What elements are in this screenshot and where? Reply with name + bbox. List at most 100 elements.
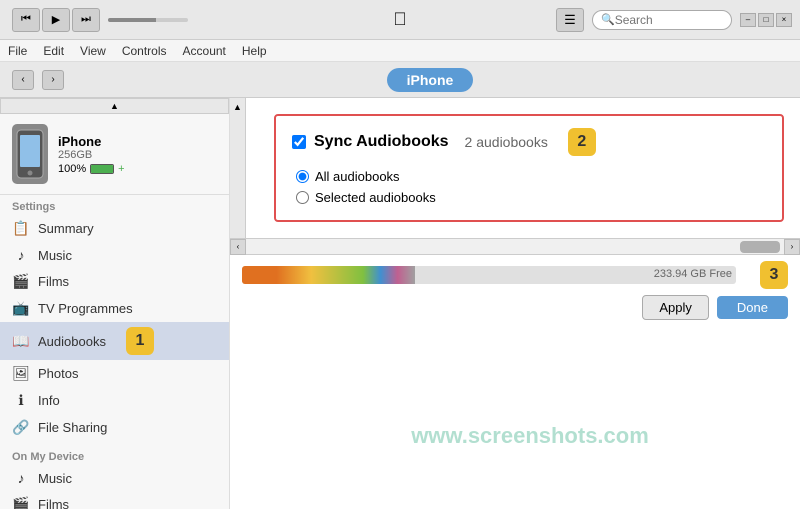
action-row: Apply Done bbox=[230, 295, 800, 320]
menu-bar: File Edit View Controls Account Help bbox=[0, 40, 800, 62]
radio-selected-label: Selected audiobooks bbox=[315, 190, 436, 205]
sidebar-label-info: Info bbox=[38, 393, 60, 408]
radio-all-input[interactable] bbox=[296, 170, 309, 183]
volume-slider[interactable] bbox=[108, 18, 188, 22]
scroll-up-arrow-icon: ▲ bbox=[233, 102, 242, 112]
minimize-button[interactable]: – bbox=[740, 13, 756, 27]
device-button[interactable]: iPhone bbox=[387, 68, 474, 92]
storage-row: 233.94 GB Free 3 bbox=[230, 255, 800, 295]
radio-all-label: All audiobooks bbox=[315, 169, 400, 184]
radio-group: All audiobooks Selected audiobooks bbox=[292, 166, 766, 208]
forward-button[interactable]: › bbox=[42, 70, 64, 90]
summary-icon: 📋 bbox=[12, 220, 30, 237]
content-scroll-bar[interactable]: ▲ bbox=[230, 98, 246, 238]
charging-icon: + bbox=[118, 163, 124, 175]
sync-checkbox[interactable] bbox=[292, 135, 306, 149]
horizontal-scrollbar[interactable]: ‹ › bbox=[230, 239, 800, 255]
watermark: www.screenshots.com bbox=[260, 423, 800, 449]
audiobooks-icon: 📖 bbox=[12, 333, 30, 350]
menu-file[interactable]: File bbox=[8, 44, 27, 58]
sidebar-label-filesharing: File Sharing bbox=[38, 420, 107, 435]
sidebar-item-filesharing[interactable]: 🔗 File Sharing bbox=[0, 414, 229, 441]
menu-view[interactable]: View bbox=[80, 44, 106, 58]
menu-account[interactable]: Account bbox=[183, 44, 226, 58]
search-input[interactable] bbox=[615, 13, 723, 27]
photos-icon: 🖼 bbox=[12, 365, 30, 382]
nav-bar: ‹ › iPhone bbox=[0, 62, 800, 98]
search-icon: 🔍 bbox=[601, 13, 615, 26]
sidebar-scroll-up[interactable]: ▲ bbox=[0, 98, 229, 114]
settings-section-label: Settings bbox=[0, 195, 229, 215]
menu-edit[interactable]: Edit bbox=[43, 44, 64, 58]
battery-bar bbox=[90, 164, 114, 174]
menu-controls[interactable]: Controls bbox=[122, 44, 167, 58]
sidebar-item-summary[interactable]: 📋 Summary bbox=[0, 215, 229, 242]
device-info: iPhone 256GB 100% + bbox=[0, 114, 229, 195]
close-button[interactable]: × bbox=[776, 13, 792, 27]
search-box[interactable]: 🔍 bbox=[592, 10, 732, 30]
tv-icon: 📺 bbox=[12, 300, 30, 317]
sidebar-label-audiobooks: Audiobooks bbox=[38, 334, 106, 349]
sync-box: Sync Audiobooks 2 audiobooks 2 All audio… bbox=[274, 114, 784, 222]
sidebar-item-music[interactable]: ♪ Music bbox=[0, 242, 229, 268]
sidebar-item-films[interactable]: 🎬 Films bbox=[0, 268, 229, 295]
storage-bar: 233.94 GB Free bbox=[242, 266, 736, 284]
done-button[interactable]: Done bbox=[717, 296, 788, 319]
sync-count: 2 audiobooks bbox=[465, 134, 548, 150]
sidebar-label-ondevice-films: Films bbox=[38, 497, 69, 509]
music-icon: ♪ bbox=[12, 247, 30, 263]
storage-bar-fill bbox=[242, 266, 415, 284]
storage-free-label: 233.94 GB Free bbox=[654, 268, 732, 280]
device-storage-label: 256GB bbox=[58, 149, 217, 161]
device-details: iPhone 256GB 100% + bbox=[58, 134, 217, 175]
sidebar: ▲ iPhone 256GB 100% + bbox=[0, 98, 230, 509]
play-button[interactable]: ▶ bbox=[42, 8, 70, 32]
apply-button[interactable]: Apply bbox=[642, 295, 709, 320]
content-main: Sync Audiobooks 2 audiobooks 2 All audio… bbox=[246, 98, 800, 238]
ondevice-music-icon: ♪ bbox=[12, 470, 30, 486]
rewind-button[interactable]: ⏮ bbox=[12, 8, 40, 32]
content-area: ▲ Sync Audiobooks 2 audiobooks 2 All aud… bbox=[230, 98, 800, 509]
scroll-left-button[interactable]: ‹ bbox=[230, 239, 246, 255]
sidebar-item-audiobooks[interactable]: 📖 Audiobooks 1 bbox=[0, 322, 229, 360]
maximize-button[interactable]: □ bbox=[758, 13, 774, 27]
ondevice-films-icon: 🎬 bbox=[12, 496, 30, 509]
films-icon: 🎬 bbox=[12, 273, 30, 290]
window-controls: – □ × bbox=[740, 13, 792, 27]
apple-logo-icon:  bbox=[393, 9, 407, 30]
back-button[interactable]: ‹ bbox=[12, 70, 34, 90]
sidebar-label-ondevice-music: Music bbox=[38, 471, 72, 486]
device-icon bbox=[12, 124, 48, 184]
sidebar-item-info[interactable]: ℹ Info bbox=[0, 387, 229, 414]
sidebar-item-tv[interactable]: 📺 TV Programmes bbox=[0, 295, 229, 322]
sidebar-label-films: Films bbox=[38, 274, 69, 289]
sidebar-item-ondevice-music[interactable]: ♪ Music bbox=[0, 465, 229, 491]
sidebar-label-photos: Photos bbox=[38, 366, 78, 381]
menu-help[interactable]: Help bbox=[242, 44, 267, 58]
main-layout: ▲ iPhone 256GB 100% + bbox=[0, 98, 800, 509]
sidebar-item-photos[interactable]: 🖼 Photos bbox=[0, 360, 229, 387]
bottom-bar: ‹ › 233.94 GB Free 3 Apply Done bbox=[230, 238, 800, 298]
radio-selected-audiobooks[interactable]: Selected audiobooks bbox=[296, 187, 762, 208]
info-icon: ℹ bbox=[12, 392, 30, 409]
sidebar-item-ondevice-films[interactable]: 🎬 Films bbox=[0, 491, 229, 509]
transport-controls: ⏮ ▶ ⏭ bbox=[12, 8, 100, 32]
badge-1: 1 bbox=[126, 327, 154, 355]
battery-fill bbox=[91, 165, 113, 173]
on-device-section-label: On My Device bbox=[0, 445, 229, 465]
filesharing-icon: 🔗 bbox=[12, 419, 30, 436]
sync-header: Sync Audiobooks 2 audiobooks 2 bbox=[292, 128, 766, 156]
radio-selected-input[interactable] bbox=[296, 191, 309, 204]
sidebar-label-summary: Summary bbox=[38, 221, 94, 236]
badge-3: 3 bbox=[760, 261, 788, 289]
sidebar-label-tv: TV Programmes bbox=[38, 301, 133, 316]
list-icon[interactable]: ☰ bbox=[556, 8, 584, 32]
radio-all-audiobooks[interactable]: All audiobooks bbox=[296, 166, 762, 187]
battery-percent-label: 100% bbox=[58, 163, 86, 175]
badge-2: 2 bbox=[568, 128, 596, 156]
fast-forward-button[interactable]: ⏭ bbox=[72, 8, 100, 32]
battery-row: 100% + bbox=[58, 163, 217, 175]
scroll-thumb[interactable] bbox=[740, 241, 780, 253]
device-name-label: iPhone bbox=[58, 134, 217, 149]
scroll-right-button[interactable]: › bbox=[784, 239, 800, 255]
